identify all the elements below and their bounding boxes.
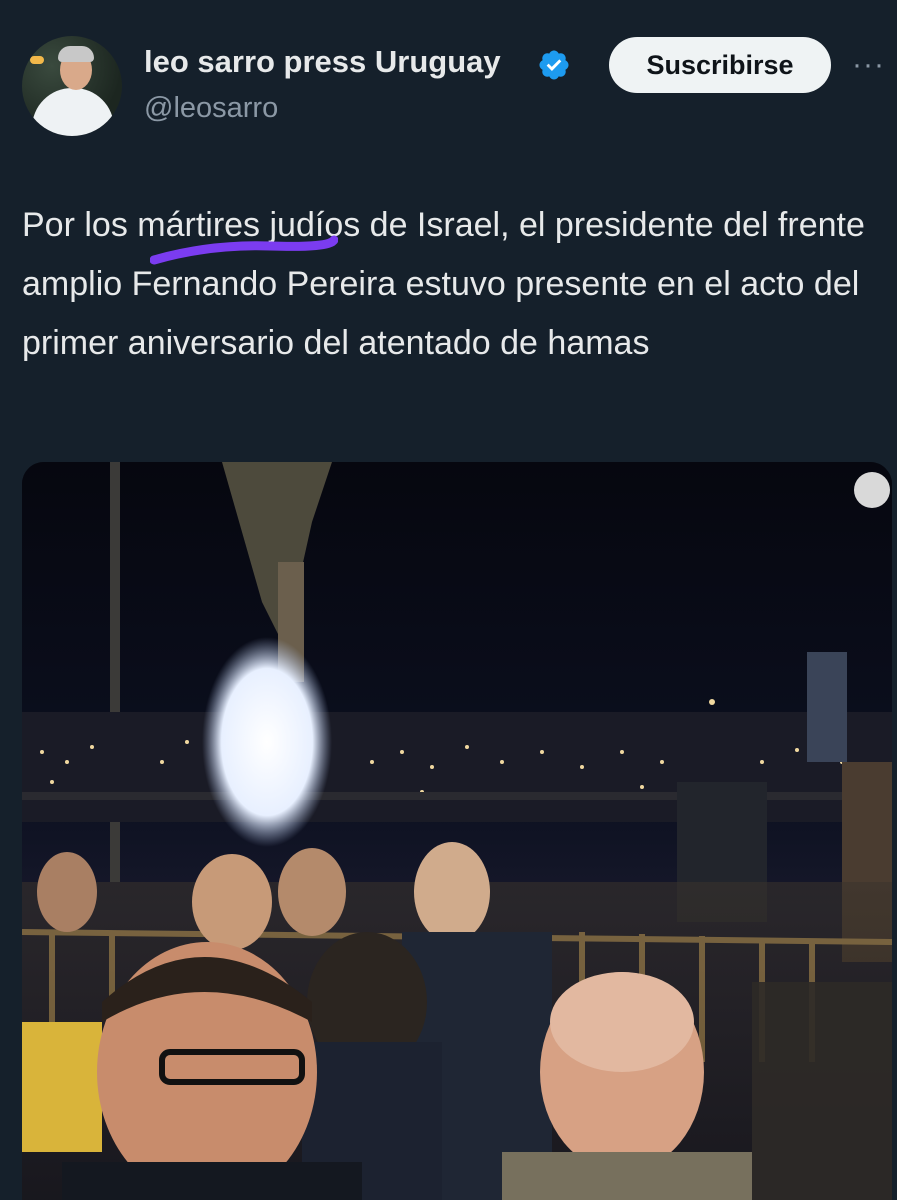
tweet-photo[interactable] bbox=[22, 462, 892, 1200]
spot-light bbox=[854, 472, 890, 508]
avatar-background-light bbox=[30, 56, 44, 64]
night-event-photo bbox=[22, 462, 892, 1200]
author-handle[interactable]: @leosarro bbox=[144, 92, 278, 125]
tweet-text: Por los mártires judíos de Israel, el pr… bbox=[22, 206, 865, 362]
verified-badge-icon bbox=[539, 50, 569, 80]
bright-light bbox=[202, 637, 332, 847]
author-display-name[interactable]: leo sarro press Uruguay bbox=[144, 44, 501, 80]
avatar-shirt bbox=[32, 88, 114, 136]
avatar-hair bbox=[58, 46, 94, 62]
author-avatar[interactable] bbox=[22, 36, 122, 136]
subscribe-button[interactable]: Suscribirse bbox=[609, 37, 831, 93]
tower-building bbox=[807, 652, 847, 762]
more-options-icon[interactable]: ··· bbox=[852, 50, 892, 80]
